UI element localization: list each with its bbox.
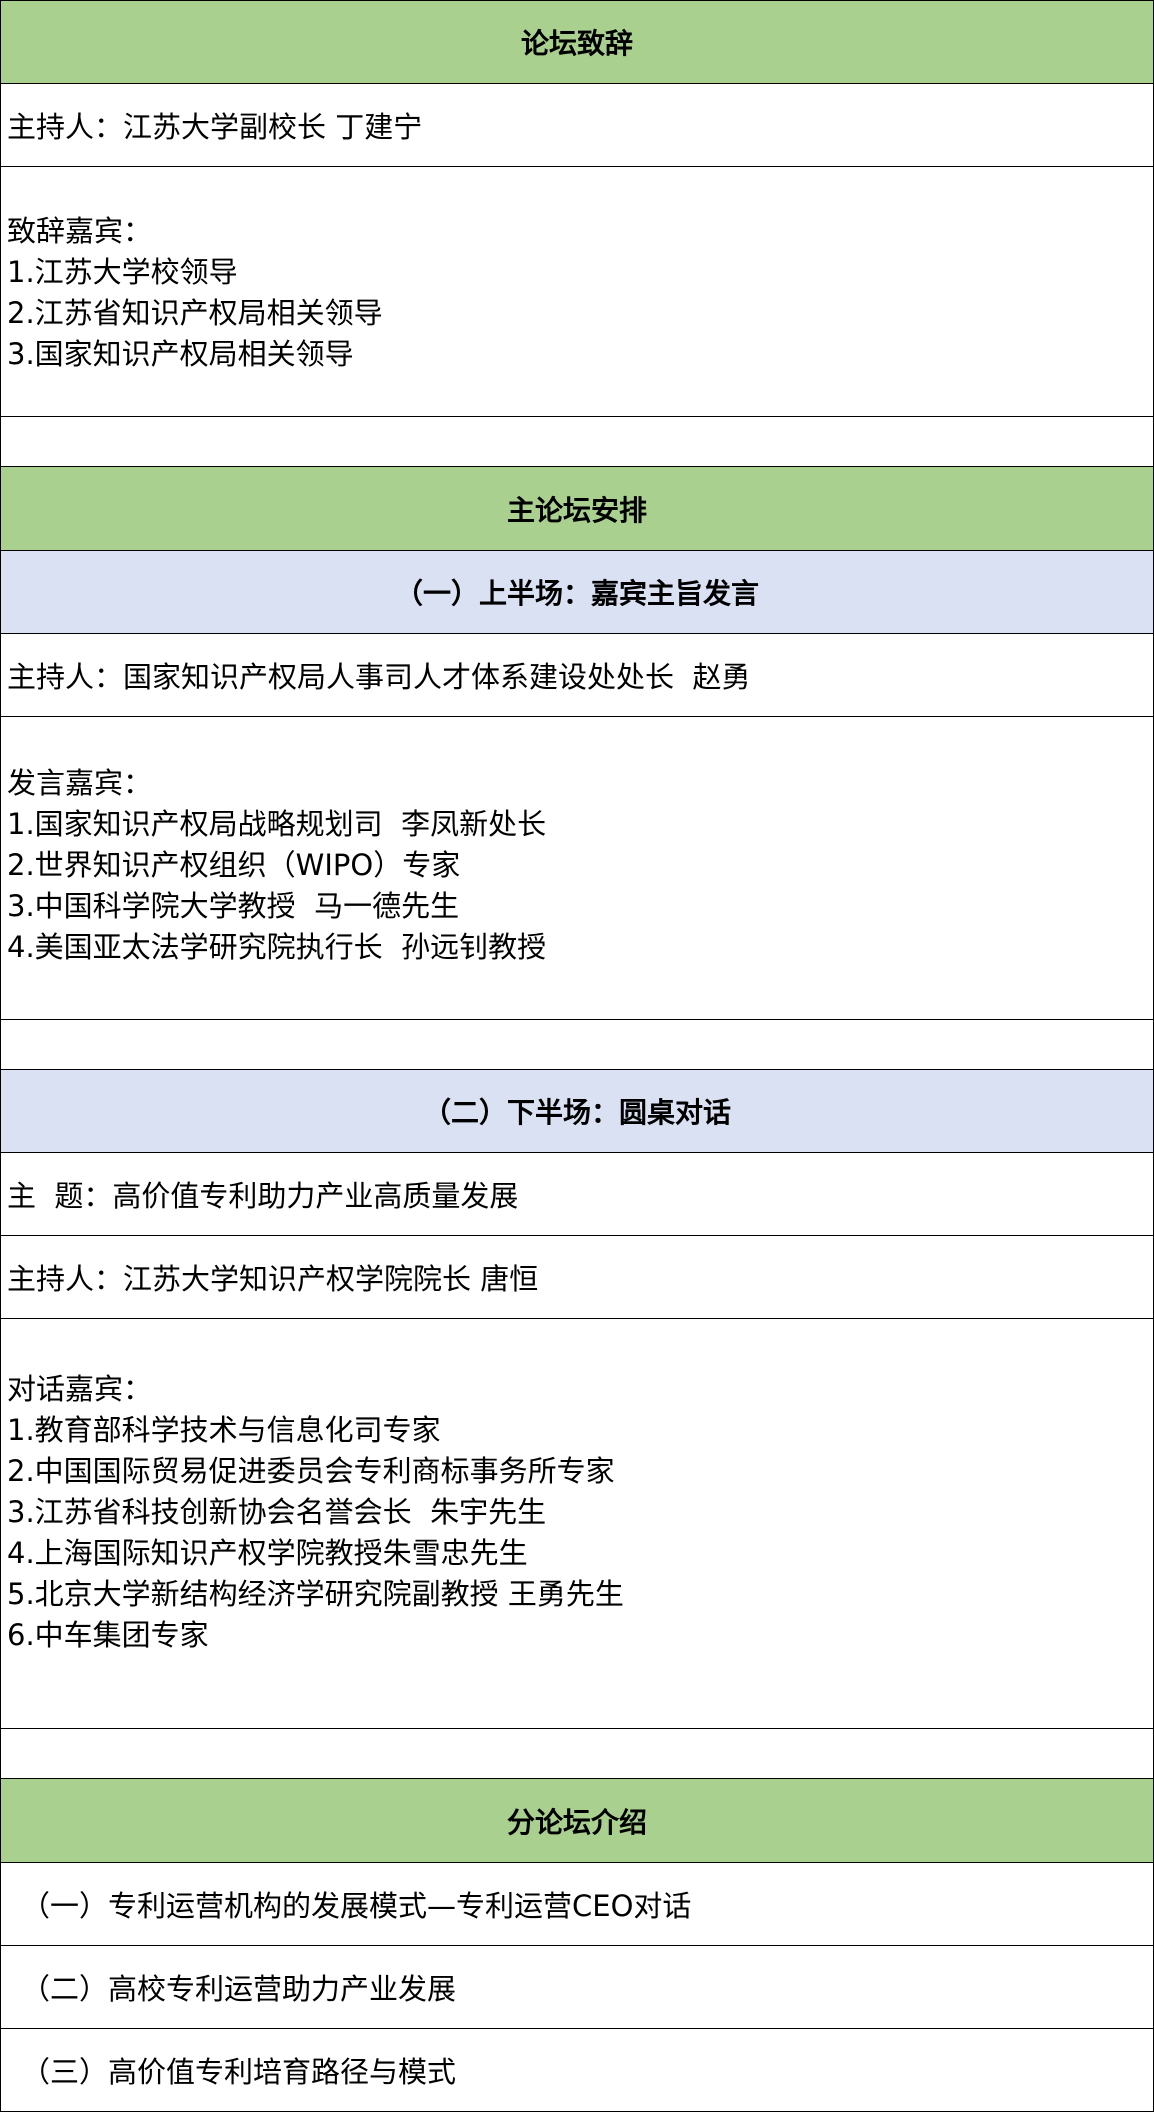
opening-guest-item: 2.江苏省知识产权局相关领导 [7, 296, 383, 330]
spacer-row [0, 1020, 1154, 1070]
part1-guest-item: 1.国家知识产权局战略规划司 李凤新处长 [7, 807, 547, 841]
sub-forum-item-text: （二）高校专利运营助力产业发展 [21, 1972, 457, 2006]
section-header-main-forum: 主论坛安排 [0, 467, 1154, 551]
section-header-main-forum-label: 主论坛安排 [506, 493, 647, 527]
part1-guests-title: 发言嘉宾： [7, 766, 153, 800]
part2-host-row: 主持人：江苏大学知识产权学院院长 唐恒 [0, 1236, 1154, 1319]
sub-forum-item-text: （三）高价值专利培育路径与模式 [21, 2055, 457, 2089]
spacer-row [0, 417, 1154, 467]
opening-guests-cell: 致辞嘉宾： 1.江苏大学校领导 2.江苏省知识产权局相关领导 3.国家知识产权局… [0, 167, 1154, 417]
sub-forum-item-text: （一）专利运营机构的发展模式—专利运营CEO对话 [21, 1889, 692, 1923]
subsection-header-part1-label: （一）上半场：嘉宾主旨发言 [394, 577, 759, 610]
part1-host-text: 主持人：国家知识产权局人事司人才体系建设处处长 赵勇 [7, 660, 751, 694]
part1-guest-item: 4.美国亚太法学研究院执行长 孙远钊教授 [7, 930, 547, 964]
part1-guest-item: 3.中国科学院大学教授 马一德先生 [7, 889, 460, 923]
subsection-header-part1: （一）上半场：嘉宾主旨发言 [0, 551, 1154, 634]
sub-forum-item: （一）专利运营机构的发展模式—专利运营CEO对话 [0, 1863, 1154, 1946]
part2-guest-item: 3.江苏省科技创新协会名誉会长 朱宇先生 [7, 1495, 547, 1529]
part2-guest-item: 1.教育部科学技术与信息化司专家 [7, 1413, 441, 1447]
opening-guest-item: 3.国家知识产权局相关领导 [7, 337, 354, 371]
part2-guest-item: 4.上海国际知识产权学院教授朱雪忠先生 [7, 1536, 528, 1570]
opening-host-text: 主持人：江苏大学副校长 丁建宁 [7, 110, 423, 144]
subsection-header-part2: （二）下半场：圆桌对话 [0, 1070, 1154, 1153]
spacer-row [0, 1729, 1154, 1779]
subsection-header-part2-label: （二）下半场：圆桌对话 [422, 1096, 731, 1129]
opening-guest-item: 1.江苏大学校领导 [7, 255, 238, 289]
part2-host-text: 主持人：江苏大学知识产权学院院长 唐恒 [7, 1262, 539, 1296]
part2-guest-item: 2.中国国际贸易促进委员会专利商标事务所专家 [7, 1454, 615, 1488]
part1-guests-cell: 发言嘉宾： 1.国家知识产权局战略规划司 李凤新处长 2.世界知识产权组织（WI… [0, 717, 1154, 1020]
part1-host-row: 主持人：国家知识产权局人事司人才体系建设处处长 赵勇 [0, 634, 1154, 717]
opening-host-row: 主持人：江苏大学副校长 丁建宁 [0, 84, 1154, 167]
part1-guest-item: 2.世界知识产权组织（WIPO）专家 [7, 848, 461, 882]
part2-topic-row: 主 题：高价值专利助力产业高质量发展 [0, 1153, 1154, 1236]
part2-guest-item: 5.北京大学新结构经济学研究院副教授 王勇先生 [7, 1577, 624, 1611]
section-header-sub-forums-label: 分论坛介绍 [506, 1805, 647, 1839]
sub-forum-item: （三）高价值专利培育路径与模式 [0, 2029, 1154, 2112]
agenda-table: 论坛致辞 主持人：江苏大学副校长 丁建宁 致辞嘉宾： 1.江苏大学校领导 2.江… [0, 0, 1154, 2112]
part2-topic-text: 主 题：高价值专利助力产业高质量发展 [7, 1179, 519, 1213]
section-header-sub-forums: 分论坛介绍 [0, 1779, 1154, 1863]
sub-forum-item: （二）高校专利运营助力产业发展 [0, 1946, 1154, 2029]
part2-guest-item: 6.中车集团专家 [7, 1618, 209, 1652]
part2-guests-title: 对话嘉宾： [7, 1372, 153, 1406]
section-header-opening-label: 论坛致辞 [520, 27, 633, 60]
part2-guests-cell: 对话嘉宾： 1.教育部科学技术与信息化司专家 2.中国国际贸易促进委员会专利商标… [0, 1319, 1154, 1729]
opening-guests-title: 致辞嘉宾： [7, 214, 153, 248]
section-header-opening: 论坛致辞 [0, 0, 1154, 84]
